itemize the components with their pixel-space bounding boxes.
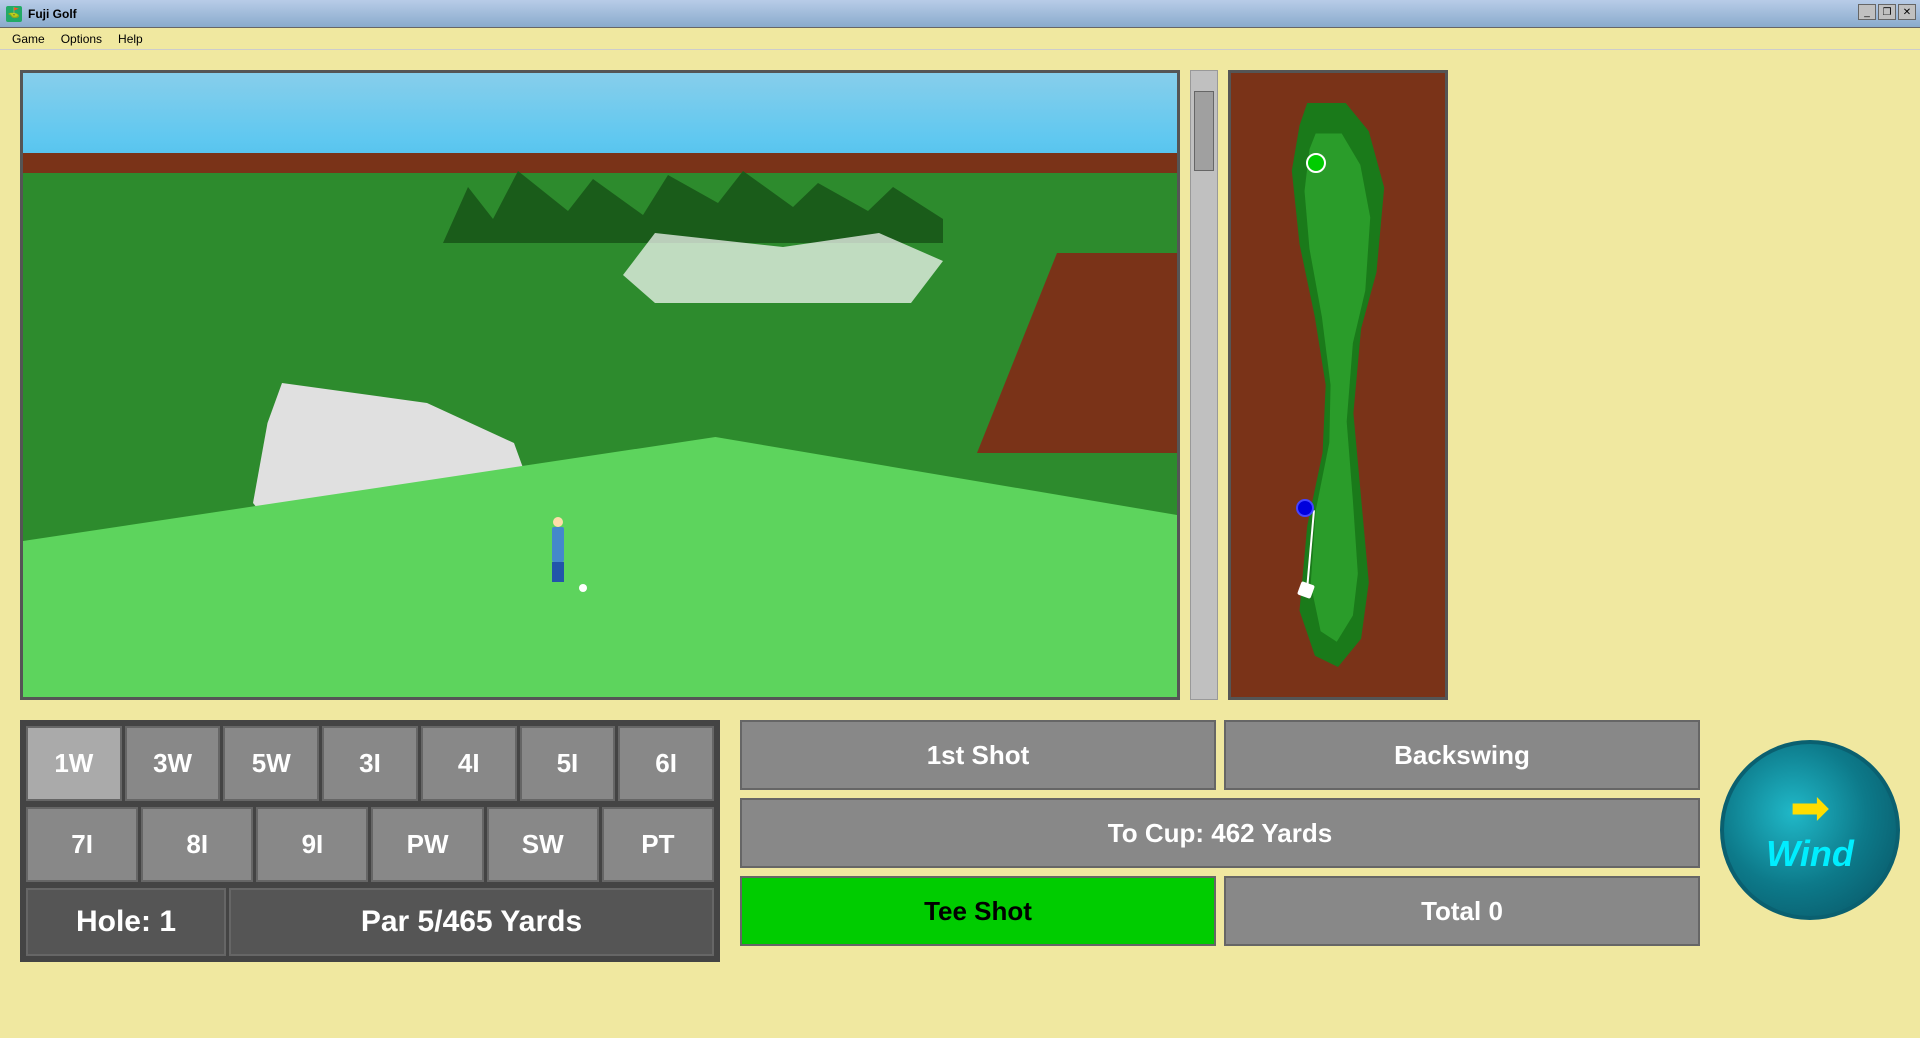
wind-indicator: ➡ Wind: [1720, 740, 1900, 920]
club-6i[interactable]: 6I: [618, 726, 714, 801]
total-display: Total 0: [1224, 876, 1700, 946]
top-section: [20, 70, 1900, 710]
control-row-1: 1st Shot Backswing: [740, 720, 1700, 790]
tee-shot-button[interactable]: Tee Shot: [740, 876, 1216, 946]
club-sw[interactable]: SW: [487, 807, 599, 882]
club-grid-row1: 1W 3W 5W 3I 4I 5I 6I: [20, 720, 720, 807]
club-3w[interactable]: 3W: [125, 726, 221, 801]
menu-help[interactable]: Help: [110, 30, 151, 48]
titlebar: ⛳ Fuji Golf _ ❐ ✕: [0, 0, 1920, 28]
club-grid-row2: 7I 8I 9I PW SW PT: [20, 807, 720, 888]
club-panel: 1W 3W 5W 3I 4I 5I 6I 7I 8I 9I PW SW PT H…: [20, 720, 720, 962]
minimap: [1228, 70, 1448, 700]
club-9i[interactable]: 9I: [256, 807, 368, 882]
minimize-button[interactable]: _: [1858, 4, 1876, 20]
control-row-3: Tee Shot Total 0: [740, 876, 1700, 946]
backswing-button[interactable]: Backswing: [1224, 720, 1700, 790]
club-5w[interactable]: 5W: [223, 726, 319, 801]
game-viewport: [20, 70, 1180, 700]
scrollbar-thumb[interactable]: [1194, 91, 1214, 171]
golfer-legs: [552, 562, 564, 582]
club-1w[interactable]: 1W: [26, 726, 122, 801]
app-icon: ⛳: [6, 6, 22, 22]
club-3i[interactable]: 3I: [322, 726, 418, 801]
hole-info-bar: Hole: 1 Par 5/465 Yards: [20, 888, 720, 962]
golfer-body: [552, 527, 564, 562]
main-content: 1W 3W 5W 3I 4I 5I 6I 7I 8I 9I PW SW PT H…: [0, 50, 1920, 1038]
menu-options[interactable]: Options: [53, 30, 110, 48]
menu-game[interactable]: Game: [4, 30, 53, 48]
shot1-button[interactable]: 1st Shot: [740, 720, 1216, 790]
golfer: [543, 517, 573, 587]
restore-button[interactable]: ❐: [1878, 4, 1896, 20]
hole-label: Hole: 1: [26, 888, 226, 956]
wind-label: Wind: [1766, 833, 1854, 875]
golfer-head: [553, 517, 563, 527]
minimap-ball: [1296, 499, 1314, 517]
bottom-section: 1W 3W 5W 3I 4I 5I 6I 7I 8I 9I PW SW PT H…: [20, 720, 1900, 940]
club-pt[interactable]: PT: [602, 807, 714, 882]
to-cup-display: To Cup: 462 Yards: [740, 798, 1700, 868]
club-5i[interactable]: 5I: [520, 726, 616, 801]
close-button[interactable]: ✕: [1898, 4, 1916, 20]
app-title: Fuji Golf: [28, 7, 77, 21]
par-label: Par 5/465 Yards: [229, 888, 714, 956]
minimap-hole: [1306, 153, 1326, 173]
control-panel: 1st Shot Backswing To Cup: 462 Yards Tee…: [740, 720, 1700, 946]
scrollbar[interactable]: [1190, 70, 1218, 700]
window-controls[interactable]: _ ❐ ✕: [1858, 4, 1916, 20]
club-8i[interactable]: 8I: [141, 807, 253, 882]
golf-ball: [579, 584, 587, 592]
wind-arrow-icon: ➡: [1790, 785, 1830, 833]
menubar: Game Options Help: [0, 28, 1920, 50]
club-7i[interactable]: 7I: [26, 807, 138, 882]
club-pw[interactable]: PW: [371, 807, 483, 882]
club-4i[interactable]: 4I: [421, 726, 517, 801]
wind-panel: ➡ Wind: [1720, 720, 1900, 920]
